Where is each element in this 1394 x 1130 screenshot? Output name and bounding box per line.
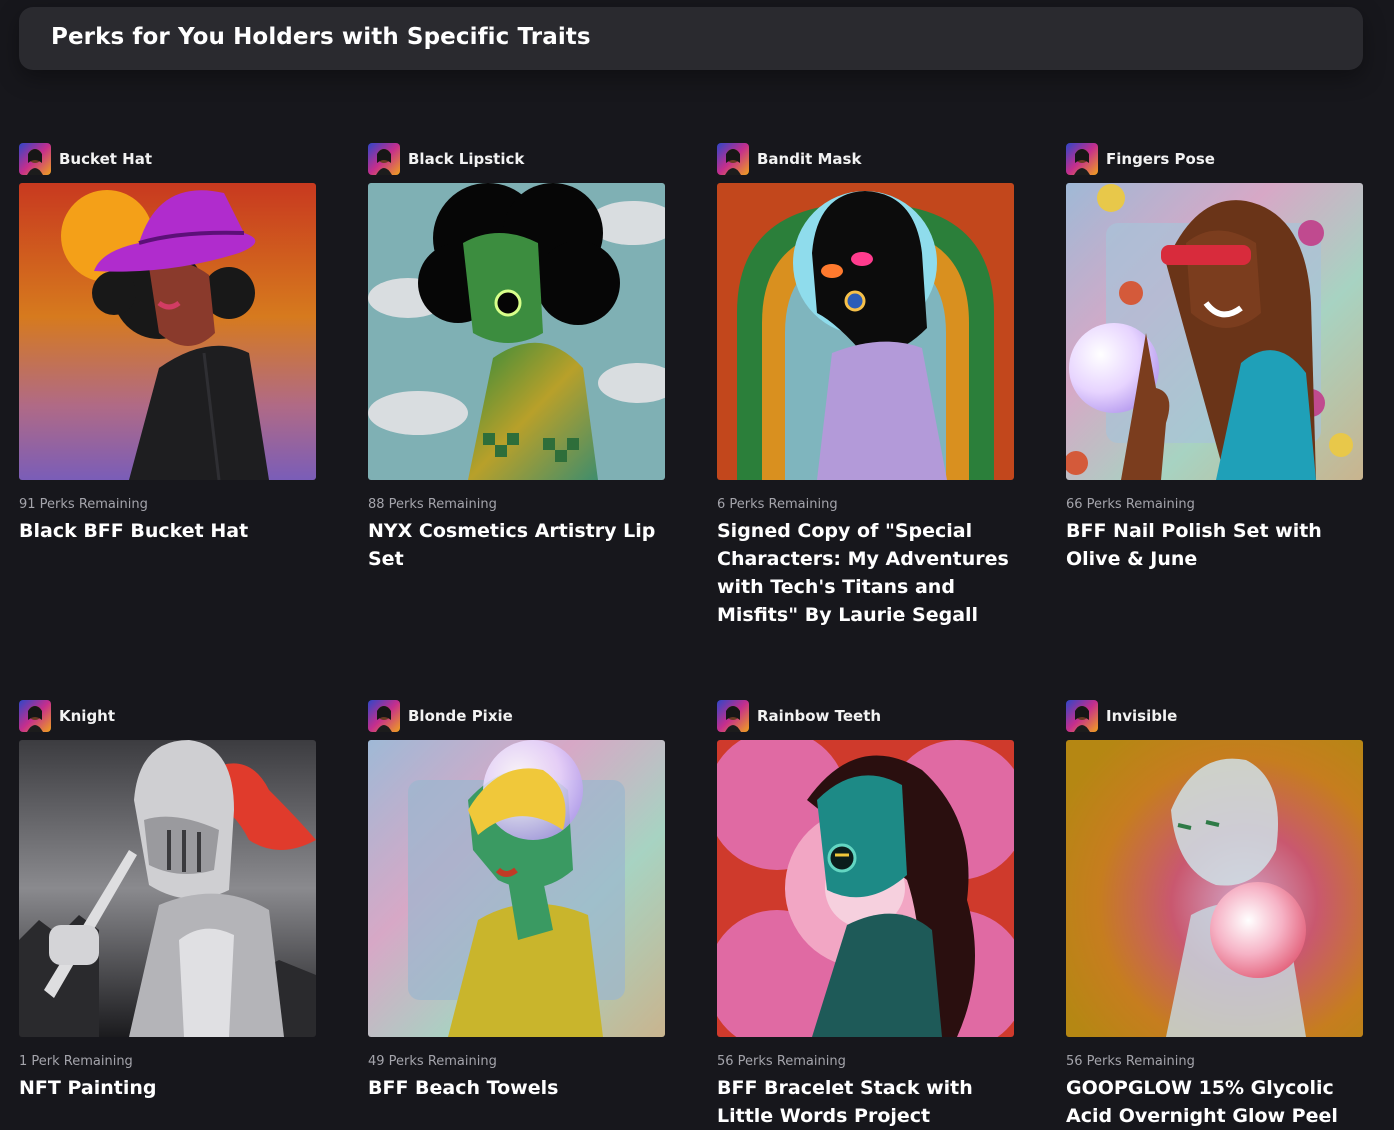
nft-avatar-icon	[368, 143, 400, 175]
nft-artwork-bandit-mask[interactable]	[717, 183, 1014, 480]
nft-avatar-icon	[1066, 143, 1098, 175]
nft-artwork-invisible[interactable]	[1066, 740, 1363, 1037]
nft-avatar-icon	[1066, 700, 1098, 732]
trait-label: Rainbow Teeth	[757, 707, 882, 725]
nft-artwork-fingers-pose[interactable]	[1066, 183, 1363, 480]
perks-remaining: 91 Perks Remaining	[19, 497, 148, 512]
perk-title[interactable]: BFF Nail Polish Set with Olive & June	[1066, 517, 1363, 573]
perks-remaining: 88 Perks Remaining	[368, 497, 497, 512]
perk-title[interactable]: BFF Beach Towels	[368, 1074, 665, 1102]
nft-avatar-icon	[717, 143, 749, 175]
perk-title[interactable]: GOOPGLOW 15% Glycolic Acid Overnight Glo…	[1066, 1074, 1363, 1130]
trait-row: Knight	[19, 700, 316, 732]
perk-title[interactable]: Black BFF Bucket Hat	[19, 517, 316, 545]
nft-artwork-rainbow-teeth[interactable]	[717, 740, 1014, 1037]
trait-label: Knight	[59, 707, 116, 725]
perk-title[interactable]: Signed Copy of "Special Characters: My A…	[717, 517, 1014, 629]
trait-row: Rainbow Teeth	[717, 700, 1014, 732]
perks-remaining: 66 Perks Remaining	[1066, 497, 1195, 512]
trait-label: Fingers Pose	[1106, 150, 1215, 168]
nft-artwork-knight[interactable]	[19, 740, 316, 1037]
trait-row: Invisible	[1066, 700, 1363, 732]
perks-remaining: 56 Perks Remaining	[717, 1054, 846, 1069]
perks-remaining: 56 Perks Remaining	[1066, 1054, 1195, 1069]
nft-avatar-icon	[717, 700, 749, 732]
perks-remaining: 49 Perks Remaining	[368, 1054, 497, 1069]
perk-title[interactable]: NYX Cosmetics Artistry Lip Set	[368, 517, 665, 573]
trait-label: Blonde Pixie	[408, 707, 513, 725]
section-title: Perks for You Holders with Specific Trai…	[51, 24, 591, 50]
trait-row: Bucket Hat	[19, 143, 316, 175]
nft-avatar-icon	[19, 143, 51, 175]
perk-title[interactable]: NFT Painting	[19, 1074, 316, 1102]
perk-title[interactable]: BFF Bracelet Stack with Little Words Pro…	[717, 1074, 1014, 1130]
trait-label: Invisible	[1106, 707, 1178, 725]
trait-label: Bandit Mask	[757, 150, 862, 168]
nft-artwork-blonde-pixie[interactable]	[368, 740, 665, 1037]
section-header: Perks for You Holders with Specific Trai…	[19, 7, 1363, 70]
trait-row: Blonde Pixie	[368, 700, 665, 732]
perks-remaining: 6 Perks Remaining	[717, 497, 838, 512]
nft-artwork-bucket-hat[interactable]	[19, 183, 316, 480]
trait-row: Fingers Pose	[1066, 143, 1363, 175]
nft-artwork-black-lipstick[interactable]	[368, 183, 665, 480]
nft-avatar-icon	[368, 700, 400, 732]
trait-row: Bandit Mask	[717, 143, 1014, 175]
nft-avatar-icon	[19, 700, 51, 732]
trait-row: Black Lipstick	[368, 143, 665, 175]
trait-label: Black Lipstick	[408, 150, 525, 168]
trait-label: Bucket Hat	[59, 150, 152, 168]
perks-remaining: 1 Perk Remaining	[19, 1054, 133, 1069]
